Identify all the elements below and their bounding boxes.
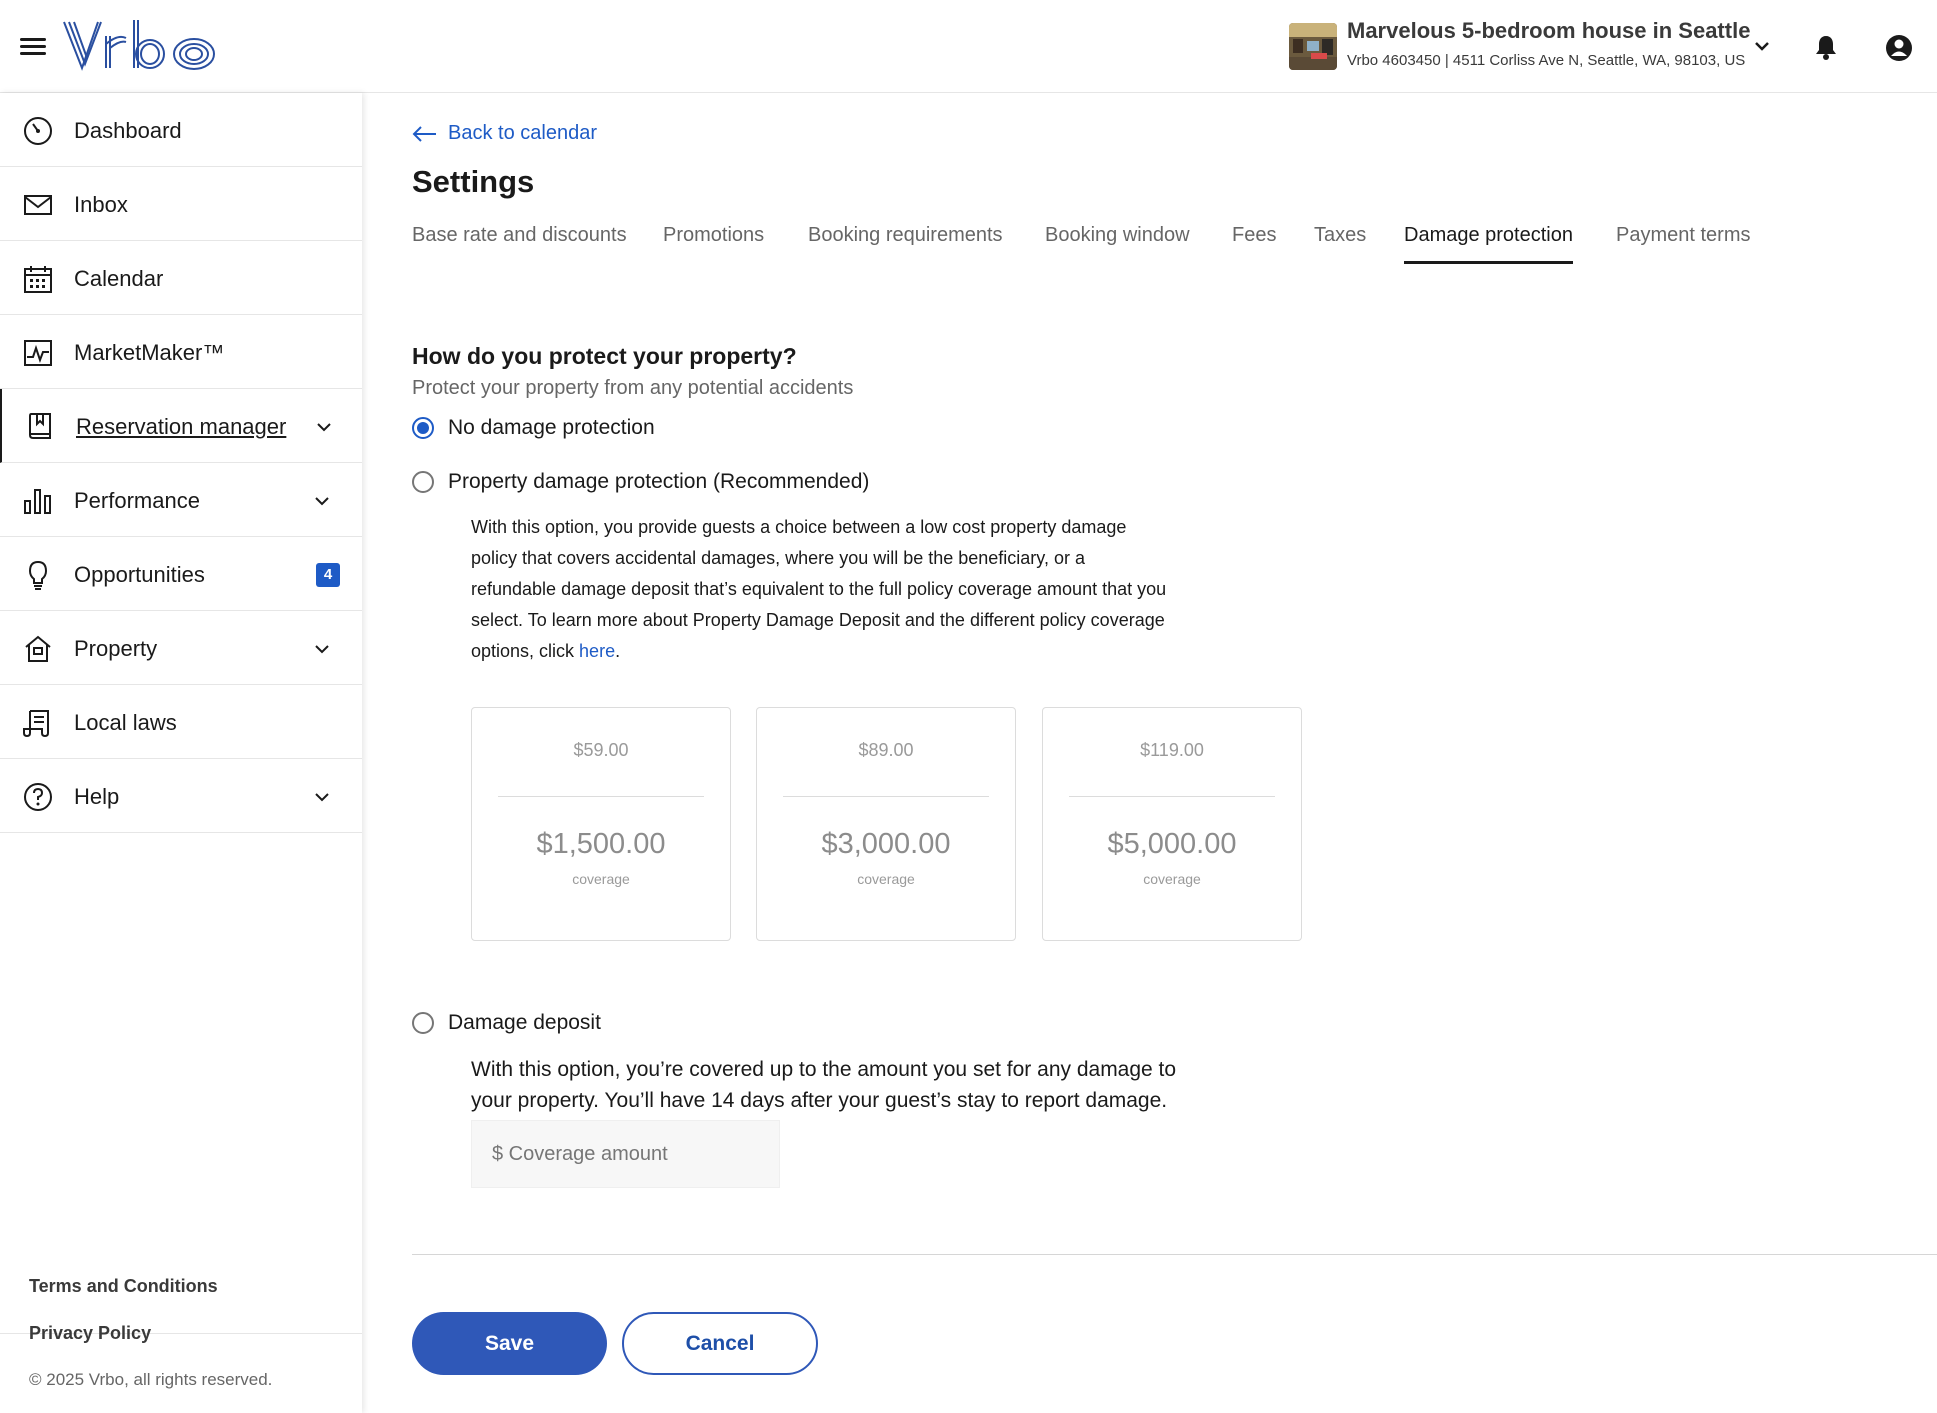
cancel-button[interactable]: Cancel [622, 1312, 818, 1375]
chevron-down-icon [315, 793, 329, 802]
option-damage-deposit[interactable]: Damage deposit [412, 1011, 601, 1035]
question-icon [24, 783, 52, 811]
terms-link[interactable]: Terms and Conditions [29, 1276, 218, 1297]
card-divider [783, 796, 989, 797]
property-thumbnail-image [1289, 23, 1337, 70]
plan-coverage: $3,000.00 [821, 828, 951, 860]
top-header: Marvelous 5-bedroom house in Seattle Vrb… [0, 0, 1937, 93]
plan-price: $59.00 [573, 740, 629, 760]
plan-coverage: $1,500.00 [536, 828, 666, 860]
line-chart-icon [24, 340, 52, 366]
radio-button[interactable] [412, 471, 434, 493]
radio-button[interactable] [412, 1012, 434, 1034]
sidebar-item-label: Performance [74, 488, 200, 513]
sidebar-item-label: Dashboard [74, 118, 182, 143]
scroll-icon [23, 710, 49, 738]
tab-damage-protection[interactable]: Damage protection [1404, 224, 1573, 264]
pdp-description-text: With this option, you provide guests a c… [471, 517, 1167, 661]
plan-coverage: $5,000.00 [1107, 828, 1237, 860]
book-icon [29, 413, 51, 439]
dashboard-icon [24, 117, 52, 145]
card-divider [498, 796, 704, 797]
tab-payment-terms[interactable]: Payment terms [1616, 224, 1750, 264]
sidebar-item-property[interactable]: Property [0, 611, 362, 685]
account-icon[interactable] [1884, 33, 1914, 63]
sidebar-item-label: Reservation manager [76, 414, 287, 439]
tab-taxes[interactable]: Taxes [1314, 224, 1366, 264]
plan-coverage-label: coverage [1143, 871, 1201, 887]
sidebar: Dashboard Inbox Calendar MarketMaker™ Re… [0, 93, 362, 1413]
property-damage-protection-description: With this option, you provide guests a c… [471, 512, 1171, 667]
section-subheading: Protect your property from any potential… [412, 377, 854, 399]
sidebar-item-performance[interactable]: Performance [0, 463, 362, 537]
option-label: Damage deposit [448, 1011, 601, 1034]
save-button[interactable]: Save [412, 1312, 607, 1375]
sidebar-item-help[interactable]: Help [0, 759, 362, 833]
bar-chart-icon [24, 489, 51, 514]
pdp-description-end: . [615, 641, 621, 661]
hamburger-menu-icon[interactable] [20, 35, 46, 57]
footer-divider [412, 1254, 1937, 1255]
property-subtitle: Vrbo 4603450 | 4511 Corliss Ave N, Seatt… [1347, 52, 1746, 69]
lightbulb-icon [28, 560, 48, 590]
back-to-calendar-label: Back to calendar [448, 122, 597, 144]
plan-coverage-label: coverage [857, 871, 915, 887]
property-title[interactable]: Marvelous 5-bedroom house in Seattle [1347, 18, 1750, 44]
sidebar-item-inbox[interactable]: Inbox [0, 167, 362, 241]
sidebar-item-label: Calendar [74, 266, 164, 291]
chevron-down-icon[interactable] [1752, 36, 1772, 56]
chevron-down-icon [315, 497, 329, 506]
tab-booking-requirements[interactable]: Booking requirements [808, 224, 1003, 264]
card-divider [1069, 796, 1275, 797]
copyright-text: © 2025 Vrbo, all rights reserved. [29, 1370, 273, 1389]
option-no-damage-protection[interactable]: No damage protection [412, 416, 655, 440]
chevron-down-icon [317, 423, 331, 432]
radio-button[interactable] [412, 417, 434, 439]
tab-promotions[interactable]: Promotions [663, 224, 764, 264]
coverage-plan-card[interactable]: $89.00 $3,000.00 coverage [756, 707, 1016, 941]
tab-base-rate[interactable]: Base rate and discounts [412, 224, 627, 264]
chevron-down-icon [315, 645, 329, 654]
plan-coverage-label: coverage [572, 871, 630, 887]
calendar-icon [24, 266, 52, 293]
option-label: Property damage protection (Recommended) [448, 470, 870, 493]
coverage-amount-input[interactable] [471, 1120, 780, 1188]
tab-booking-window[interactable]: Booking window [1045, 224, 1190, 264]
sidebar-item-label: MarketMaker™ [74, 340, 225, 365]
back-to-calendar-link[interactable]: Back to calendar [412, 122, 597, 145]
envelope-icon [24, 195, 52, 215]
sidebar-item-local-laws[interactable]: Local laws [0, 685, 362, 759]
bell-icon[interactable] [1812, 33, 1840, 61]
coverage-plan-card[interactable]: $59.00 $1,500.00 coverage [471, 707, 731, 941]
sidebar-item-label: Help [74, 784, 120, 809]
sidebar-item-calendar[interactable]: Calendar [0, 241, 362, 315]
section-heading: How do you protect your property? [412, 343, 797, 369]
sidebar-item-dashboard[interactable]: Dashboard [0, 93, 362, 167]
sidebar-item-label: Local laws [74, 710, 177, 735]
plan-price: $89.00 [858, 740, 914, 760]
privacy-link[interactable]: Privacy Policy [29, 1323, 151, 1344]
sidebar-item-label: Opportunities [74, 562, 205, 587]
option-label: No damage protection [448, 416, 655, 439]
sidebar-item-label: Property [74, 636, 158, 661]
coverage-plan-card[interactable]: $119.00 $5,000.00 coverage [1042, 707, 1302, 941]
tab-fees[interactable]: Fees [1232, 224, 1276, 264]
opportunities-badge: 4 [316, 563, 340, 587]
plan-price: $119.00 [1140, 740, 1204, 760]
learn-more-link[interactable]: here [579, 641, 615, 661]
sidebar-item-opportunities[interactable]: Opportunities 4 [0, 537, 362, 611]
sidebar-item-label: Inbox [74, 192, 128, 217]
vrbo-logo[interactable] [60, 14, 222, 76]
page-title: Settings [412, 164, 535, 199]
option-property-damage-protection[interactable]: Property damage protection (Recommended) [412, 470, 869, 494]
sidebar-item-marketmaker[interactable]: MarketMaker™ [0, 315, 362, 389]
house-icon [25, 635, 51, 662]
damage-deposit-description: With this option, you’re covered up to t… [471, 1058, 1177, 1112]
sidebar-item-reservation-manager[interactable]: Reservation manager [0, 389, 362, 463]
arrow-left-icon [412, 125, 436, 142]
